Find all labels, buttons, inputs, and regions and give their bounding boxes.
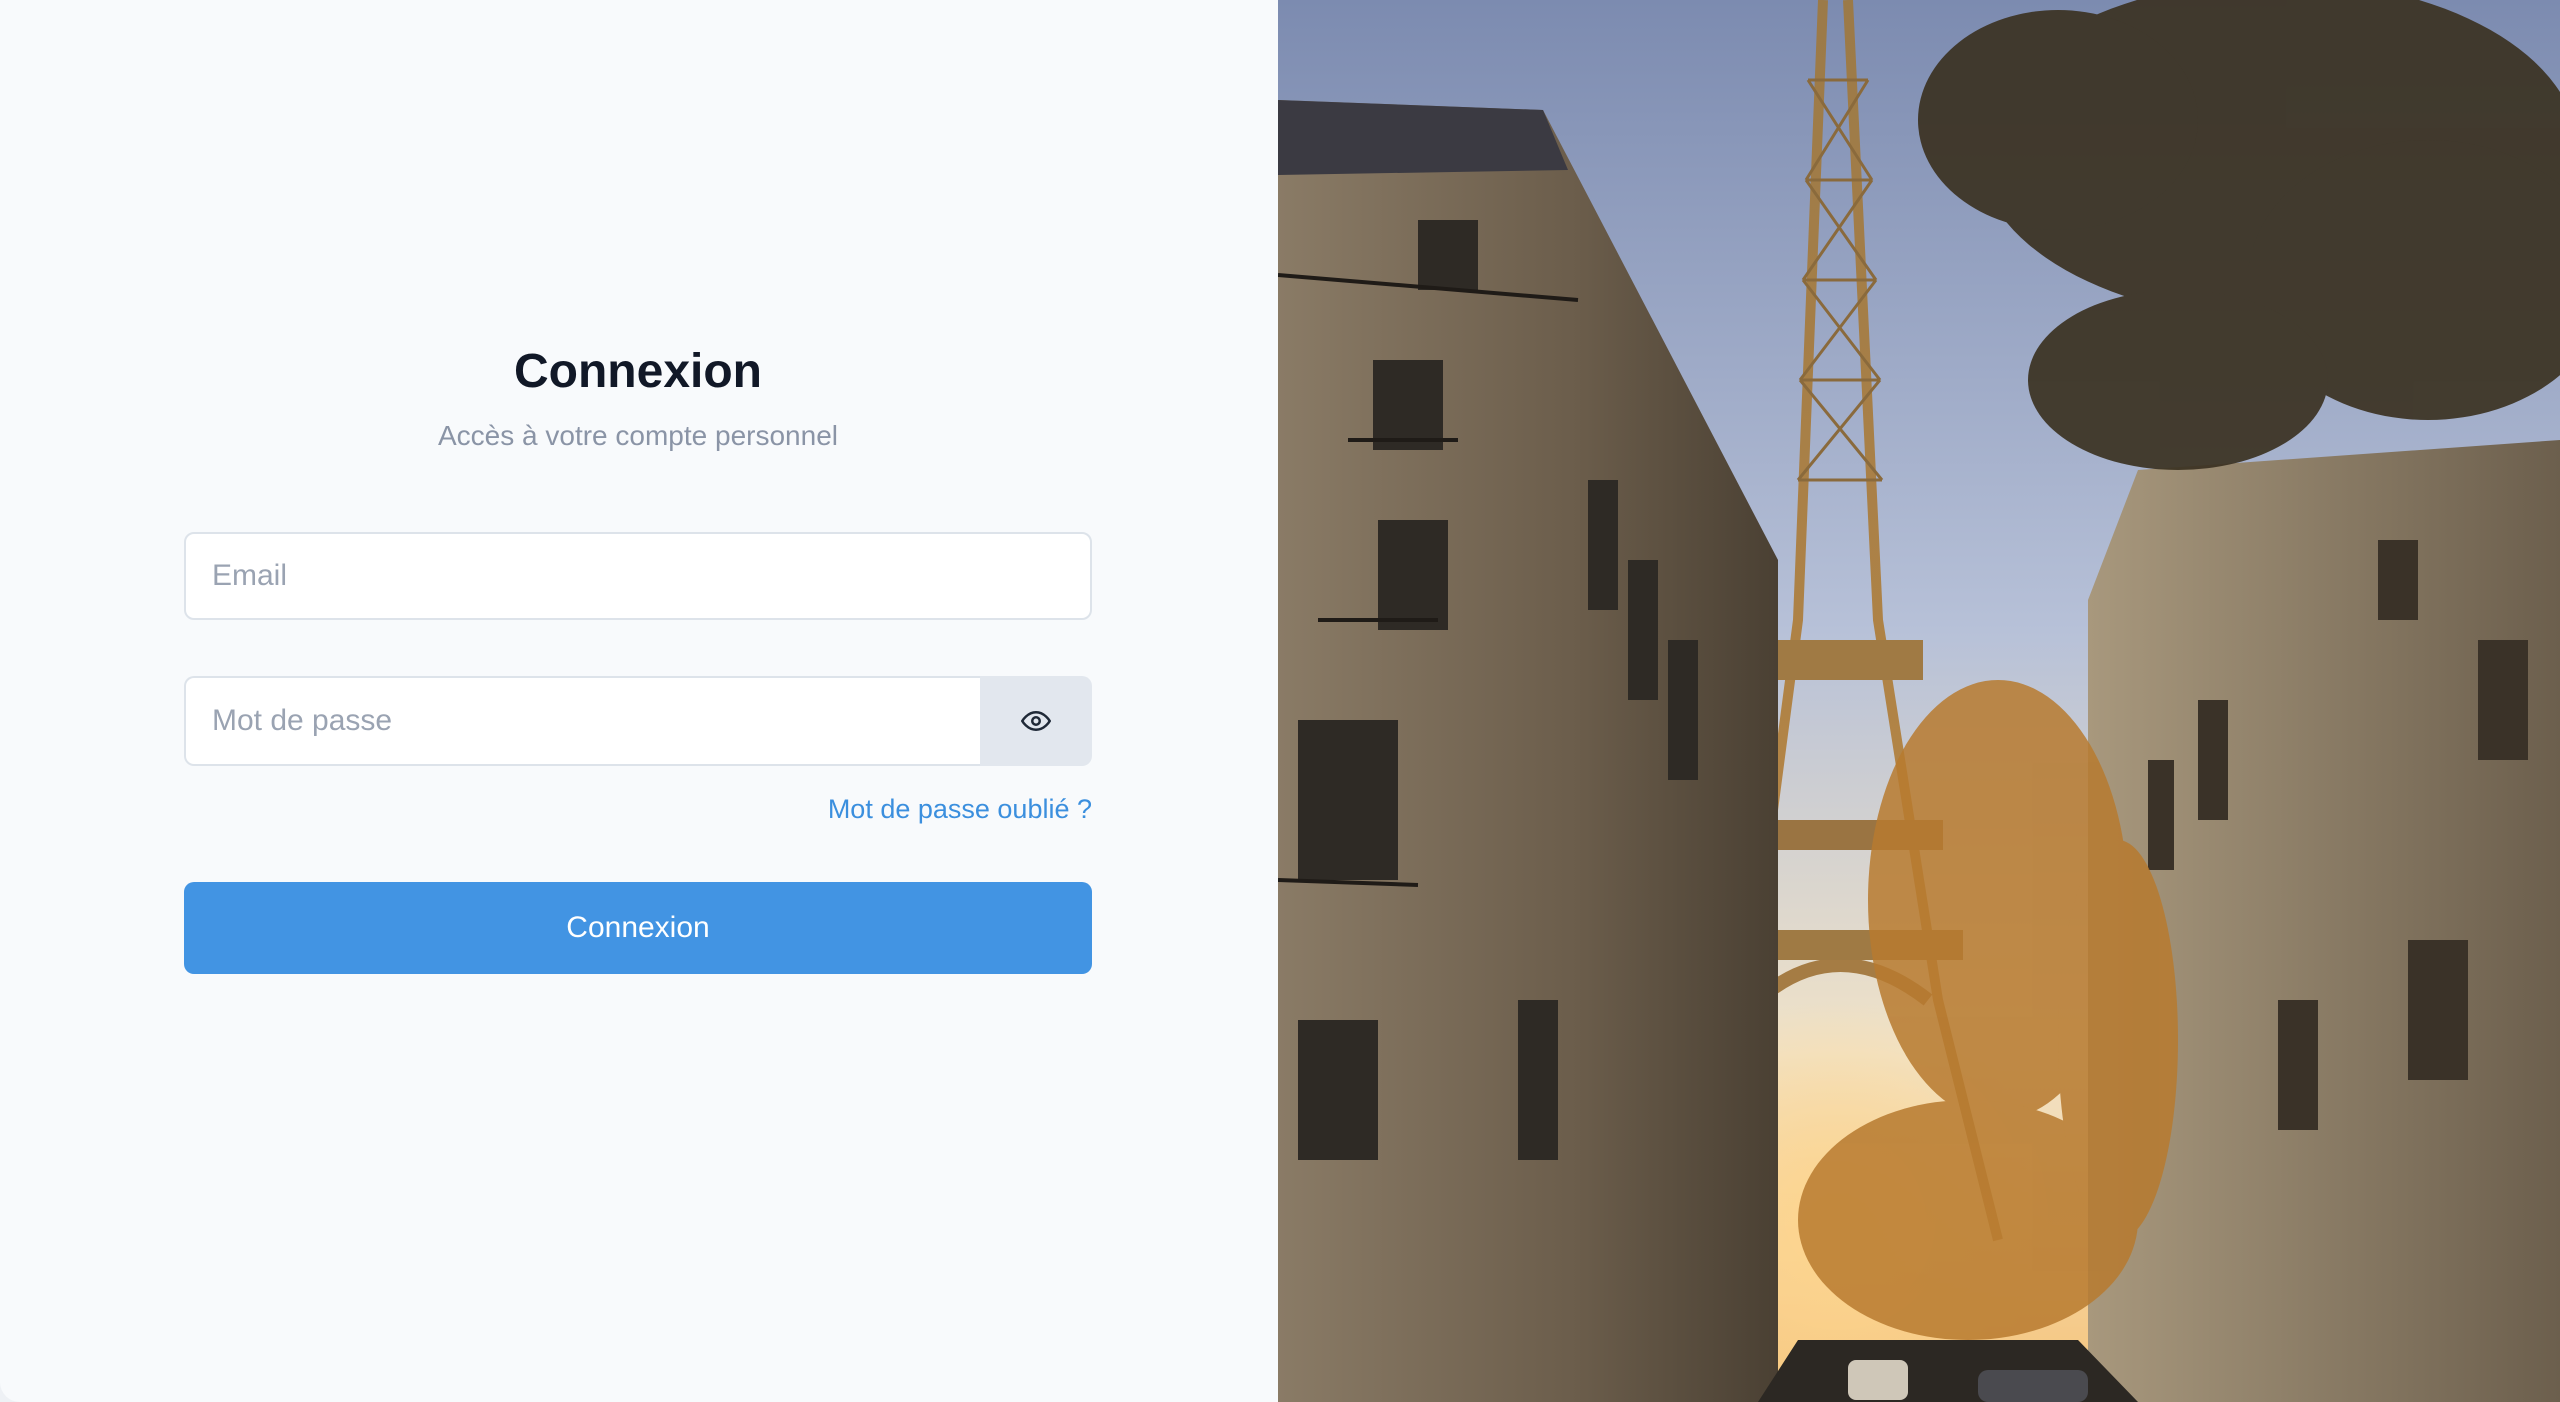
login-page: Connexion Accès à votre compte personnel…	[0, 0, 2560, 1402]
login-form: Connexion Accès à votre compte personnel…	[184, 340, 1092, 974]
forgot-password-link[interactable]: Mot de passe oublié ?	[184, 792, 1092, 826]
hero-image	[1278, 0, 2560, 1402]
toggle-password-button[interactable]	[980, 676, 1092, 766]
password-row	[184, 676, 1092, 766]
password-field-wrapper	[184, 676, 980, 766]
email-field[interactable]	[186, 534, 1090, 618]
page-subtitle: Accès à votre compte personnel	[438, 420, 838, 451]
page-title: Connexion	[514, 345, 762, 398]
email-field-wrapper	[184, 532, 1092, 620]
login-button[interactable]: Connexion	[184, 882, 1092, 974]
paris-street-image	[1278, 0, 2560, 1402]
password-field[interactable]	[186, 678, 980, 764]
eye-icon	[1021, 711, 1051, 731]
login-panel: Connexion Accès à votre compte personnel…	[0, 0, 1278, 1402]
